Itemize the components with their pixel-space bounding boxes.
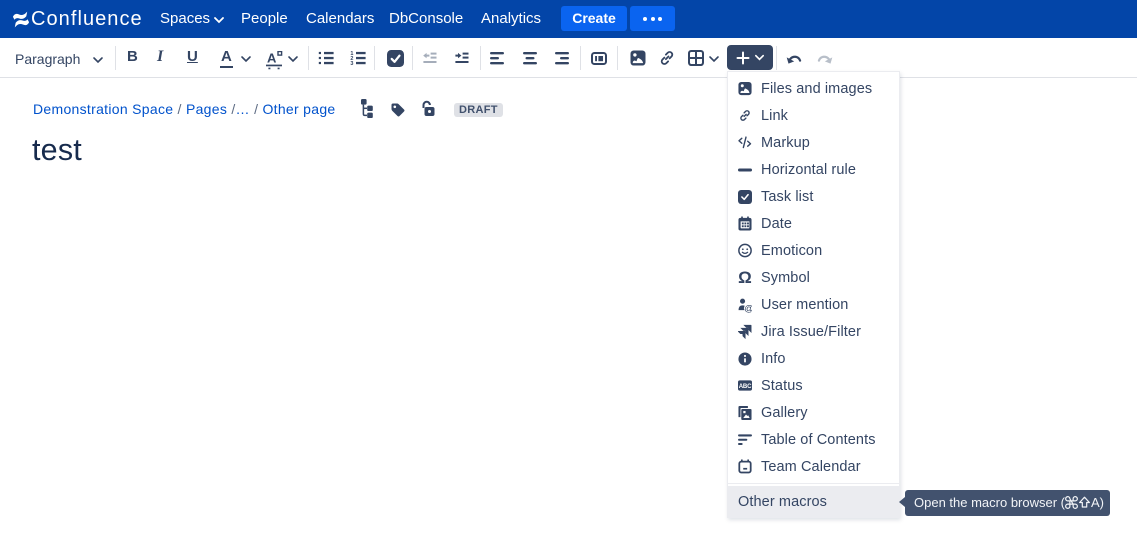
svg-text:@: @ (744, 303, 752, 313)
svg-text:3: 3 (350, 60, 353, 65)
svg-text:A: A (267, 51, 277, 66)
svg-text:ABC: ABC (739, 384, 752, 390)
